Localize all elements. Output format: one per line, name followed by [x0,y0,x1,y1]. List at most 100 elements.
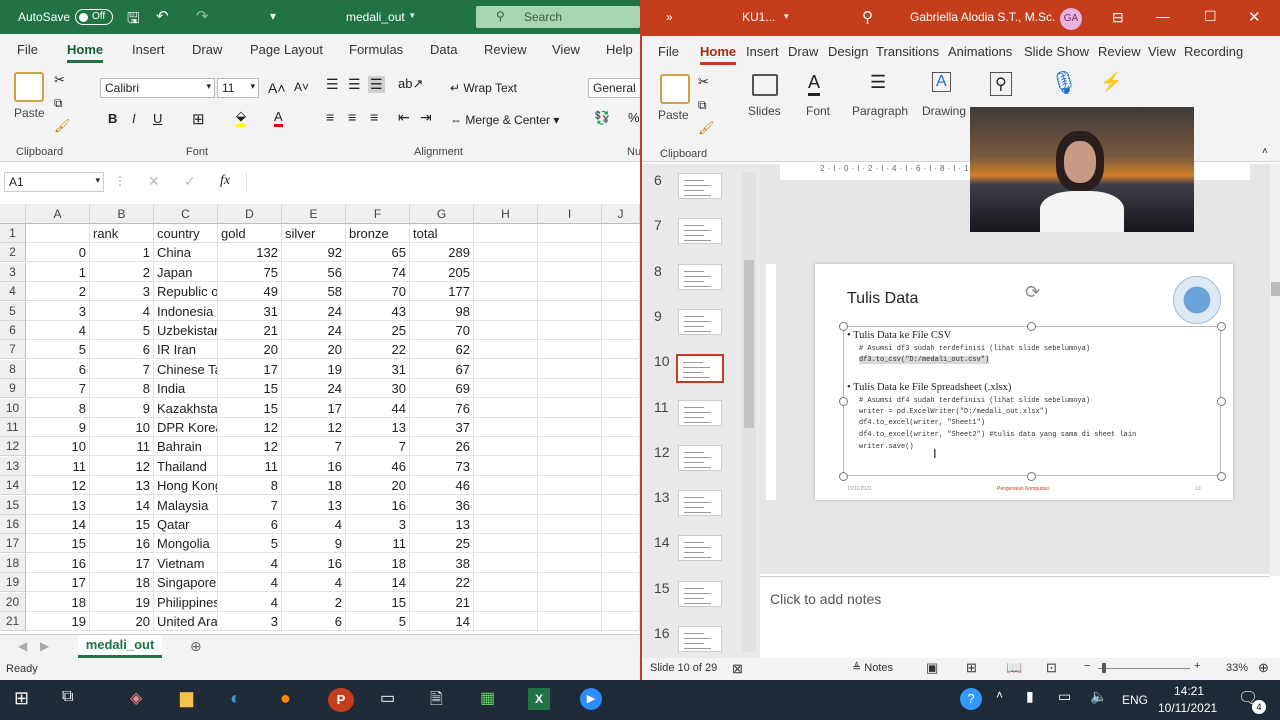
table-cell[interactable] [538,398,602,418]
paste-icon[interactable] [14,72,44,102]
enter-icon[interactable]: ✓ [184,173,196,190]
menu-view[interactable]: View [1148,44,1176,59]
current-slide[interactable]: Tulis Data ⟳ • Tulis Data ke File CSV # … [815,264,1233,500]
table-cell[interactable] [602,592,640,612]
table-cell[interactable] [474,359,538,379]
row-header[interactable]: 3 [0,262,26,282]
menu-draw[interactable]: Draw [192,42,222,57]
grow-font-icon[interactable]: A˄ [268,80,286,96]
table-cell[interactable] [538,573,602,593]
drawing-label[interactable]: Drawing [922,104,966,118]
battery-icon[interactable]: ▭ [1058,688,1082,712]
sheet-tab-medali-out[interactable]: medali_out [78,635,162,658]
customize-qat-icon[interactable]: ▾ [270,9,276,23]
table-cell[interactable]: 5 [218,534,282,554]
table-cell[interactable] [474,379,538,399]
table-cell[interactable]: country [154,224,218,243]
paste-label[interactable]: Paste [658,108,689,122]
table-cell[interactable]: 75 [218,262,282,282]
wrap-text-button[interactable]: ↵ Wrap Text [450,81,517,95]
table-cell[interactable]: 22 [346,340,410,360]
file-explorer-icon[interactable]: ▆ [180,688,204,712]
fit-slide-icon[interactable]: ⊕ [1258,660,1269,676]
column-header-E[interactable]: E [282,204,346,224]
table-cell[interactable]: 4 [218,573,282,593]
cut-icon[interactable]: ✂ [698,74,709,90]
table-cell[interactable]: 15 [90,515,154,534]
table-cell[interactable] [474,398,538,418]
table-cell[interactable]: 18 [282,476,346,496]
column-header-A[interactable]: A [26,204,90,224]
table-cell[interactable] [602,340,640,360]
table-cell[interactable]: 13 [90,476,154,496]
resize-handle[interactable] [839,472,848,481]
table-cell[interactable] [602,379,640,399]
resize-handle[interactable] [1217,472,1226,481]
zoom-slider-thumb[interactable] [1102,663,1106,673]
table-cell[interactable]: Bahrain [154,437,218,457]
table-cell[interactable] [602,515,640,534]
table-cell[interactable]: China [154,243,218,263]
search-box[interactable]: ⚲ Search [476,6,640,28]
table-cell[interactable]: 2 [90,262,154,282]
table-cell[interactable]: 20 [90,612,154,631]
table-cell[interactable]: 62 [410,340,474,360]
table-cell[interactable]: 14 [346,573,410,593]
table-cell[interactable] [474,476,538,496]
table-cell[interactable]: 4 [90,301,154,321]
table-cell[interactable] [602,282,640,302]
ppt-filename[interactable]: KU1... [742,10,775,24]
decrease-indent-icon[interactable]: ⇤ [398,109,410,126]
table-cell[interactable]: 25 [346,321,410,340]
table-cell[interactable] [474,418,538,437]
align-middle-icon[interactable]: ☰ [348,76,361,93]
accessibility-icon[interactable]: ⊠ [732,661,743,677]
table-cell[interactable] [538,243,602,263]
slide-thumbnail[interactable] [678,580,722,607]
save-icon[interactable]: 🖫 [127,8,140,33]
table-cell[interactable] [538,379,602,399]
table-cell[interactable]: 14 [410,612,474,631]
table-cell[interactable]: 10 [90,418,154,437]
table-cell[interactable]: 70 [410,321,474,340]
table-cell[interactable]: 7 [26,379,90,399]
table-cell[interactable]: IR Iran [154,340,218,360]
table-cell[interactable] [538,534,602,554]
table-cell[interactable]: 16 [282,553,346,573]
insert-function-icon[interactable]: fx [220,173,230,189]
table-cell[interactable]: 12 [90,456,154,476]
italic-icon[interactable]: I [132,111,136,126]
name-box[interactable]: A1 ▾ [4,172,104,192]
row-header[interactable]: 20 [0,592,26,612]
table-cell[interactable]: 49 [218,282,282,302]
table-cell[interactable]: 58 [282,282,346,302]
table-cell[interactable] [602,301,640,321]
table-cell[interactable]: Chinese Ta [154,359,218,379]
table-cell[interactable]: Hong Kong [154,476,218,496]
table-cell[interactable] [538,476,602,496]
slide-thumbnail[interactable] [678,444,722,471]
table-cell[interactable]: 56 [282,262,346,282]
font-label[interactable]: Font [806,104,830,118]
table-cell[interactable]: 1 [26,262,90,282]
table-cell[interactable]: gold [218,224,282,243]
menu-home[interactable]: Home [67,42,104,63]
table-cell[interactable]: 4 [218,553,282,573]
underline-icon[interactable]: U [153,111,162,126]
table-cell[interactable]: 20 [282,340,346,360]
table-cell[interactable]: 98 [410,301,474,321]
table-cell[interactable]: 177 [410,282,474,302]
table-cell[interactable]: 15 [26,534,90,554]
table-cell[interactable] [474,515,538,534]
app-icon[interactable]: ◈ [130,688,154,712]
table-cell[interactable] [474,573,538,593]
zoom-out-icon[interactable]: − [1084,660,1090,672]
slide-thumbnail[interactable] [678,308,722,335]
table-cell[interactable]: 3 [218,612,282,631]
table-cell[interactable]: 11 [346,534,410,554]
table-cell[interactable]: 15 [346,592,410,612]
collapse-ribbon-icon[interactable]: ˄ [1262,146,1268,157]
row-header[interactable]: 11 [0,418,26,437]
table-cell[interactable]: Japan [154,262,218,282]
table-cell[interactable] [538,495,602,515]
